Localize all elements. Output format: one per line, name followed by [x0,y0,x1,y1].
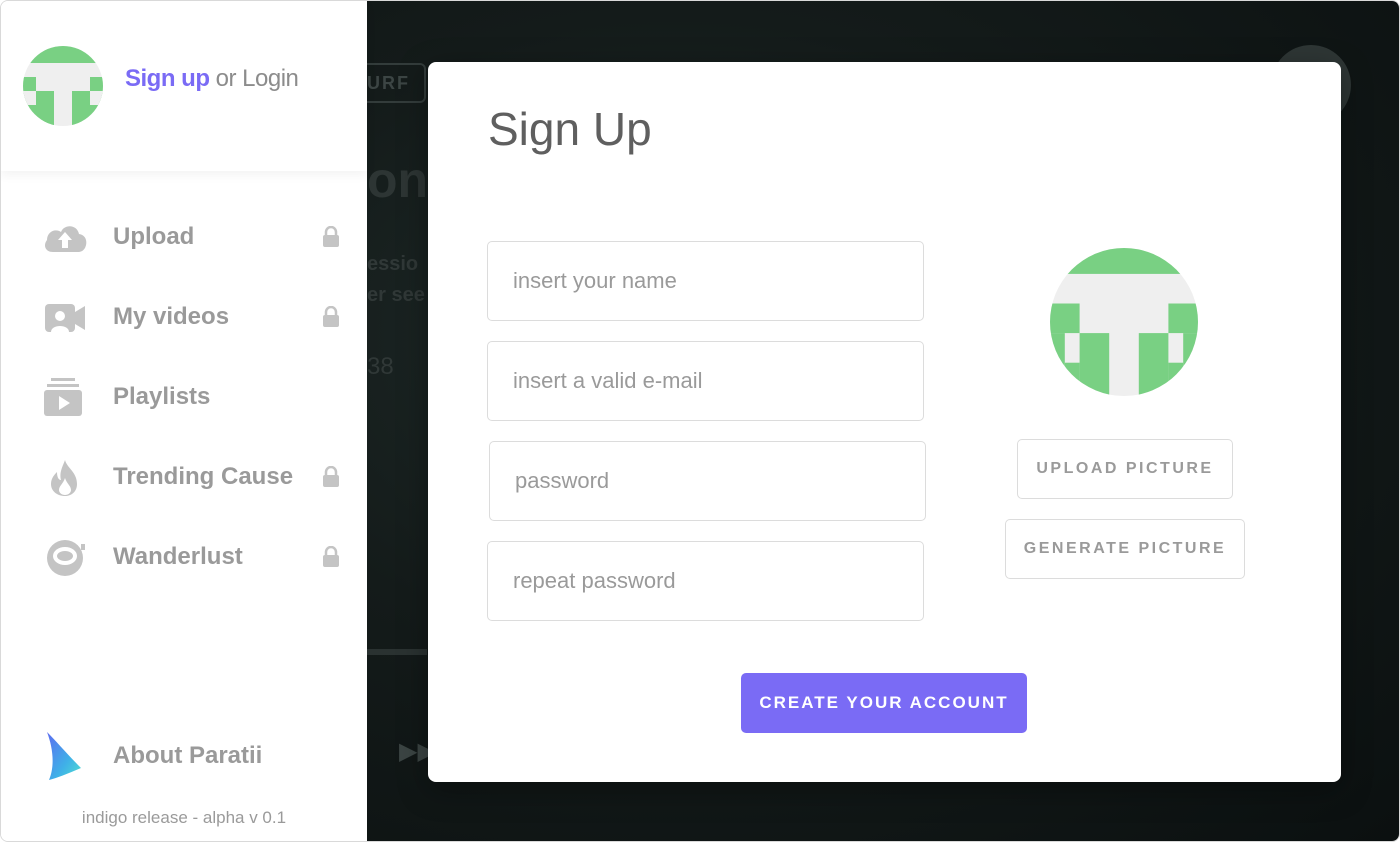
sidebar-header: Sign up or Login [1,1,367,171]
password-field[interactable] [489,441,926,521]
sidebar-item-label: Wanderlust [113,543,243,570]
app-window: URF one essio er see 38 ▶▶ Sign up or Lo… [0,0,1400,842]
about-label: About Paratii [113,742,263,769]
signup-link[interactable]: Sign up [125,65,210,92]
avatar-icon[interactable] [23,46,103,126]
cloud-upload-icon [45,226,87,252]
lock-icon [323,466,339,487]
video-description-line: essio [367,253,419,275]
sidebar-item-label: My videos [113,303,230,330]
video-tag: URF [367,63,426,103]
login-link[interactable]: or Login [209,65,299,92]
sidebar-item-my-videos[interactable]: My videos [1,288,367,348]
playlist-icon [44,378,82,416]
lock-icon [323,306,339,327]
video-progress-bar [367,649,427,655]
create-account-button[interactable]: CREATE YOUR ACCOUNT [741,673,1027,733]
fire-icon [51,460,77,496]
sidebar-item-upload[interactable]: Upload [1,208,367,268]
auth-links: Sign up or Login [125,65,299,93]
astronaut-helmet-icon [47,540,85,576]
upload-picture-button[interactable]: UPLOAD PICTURE [1017,439,1233,499]
name-field[interactable] [487,241,924,321]
video-camera-icon [45,304,85,332]
generate-picture-button[interactable]: GENERATE PICTURE [1005,519,1245,579]
sidebar-item-label: Upload [113,223,195,250]
sidebar-item-about[interactable]: About Paratii [1,728,367,788]
signup-modal: Sign Up UPLOAD PICTURE GENERATE PICTURE … [428,62,1341,782]
email-field[interactable] [487,341,924,421]
lock-icon [323,226,339,247]
sidebar-item-label: Playlists [113,383,211,410]
lock-icon [323,546,339,567]
sidebar-item-trending-cause[interactable]: Trending Cause [1,448,367,508]
sidebar-item-label: Trending Cause [113,463,294,490]
sidebar: Sign up or Login Upload My videos Playli… [1,1,367,841]
sidebar-item-wanderlust[interactable]: Wanderlust [1,528,367,588]
version-text: indigo release - alpha v 0.1 [81,808,287,827]
modal-title: Sign Up [488,103,652,155]
video-stat-number: 38 [367,353,394,380]
video-description-line: er see [367,284,425,306]
profile-picture-preview [1050,248,1198,396]
sidebar-item-playlists[interactable]: Playlists [1,368,367,428]
paratii-logo-icon [47,732,81,780]
repeat-password-field[interactable] [487,541,924,621]
